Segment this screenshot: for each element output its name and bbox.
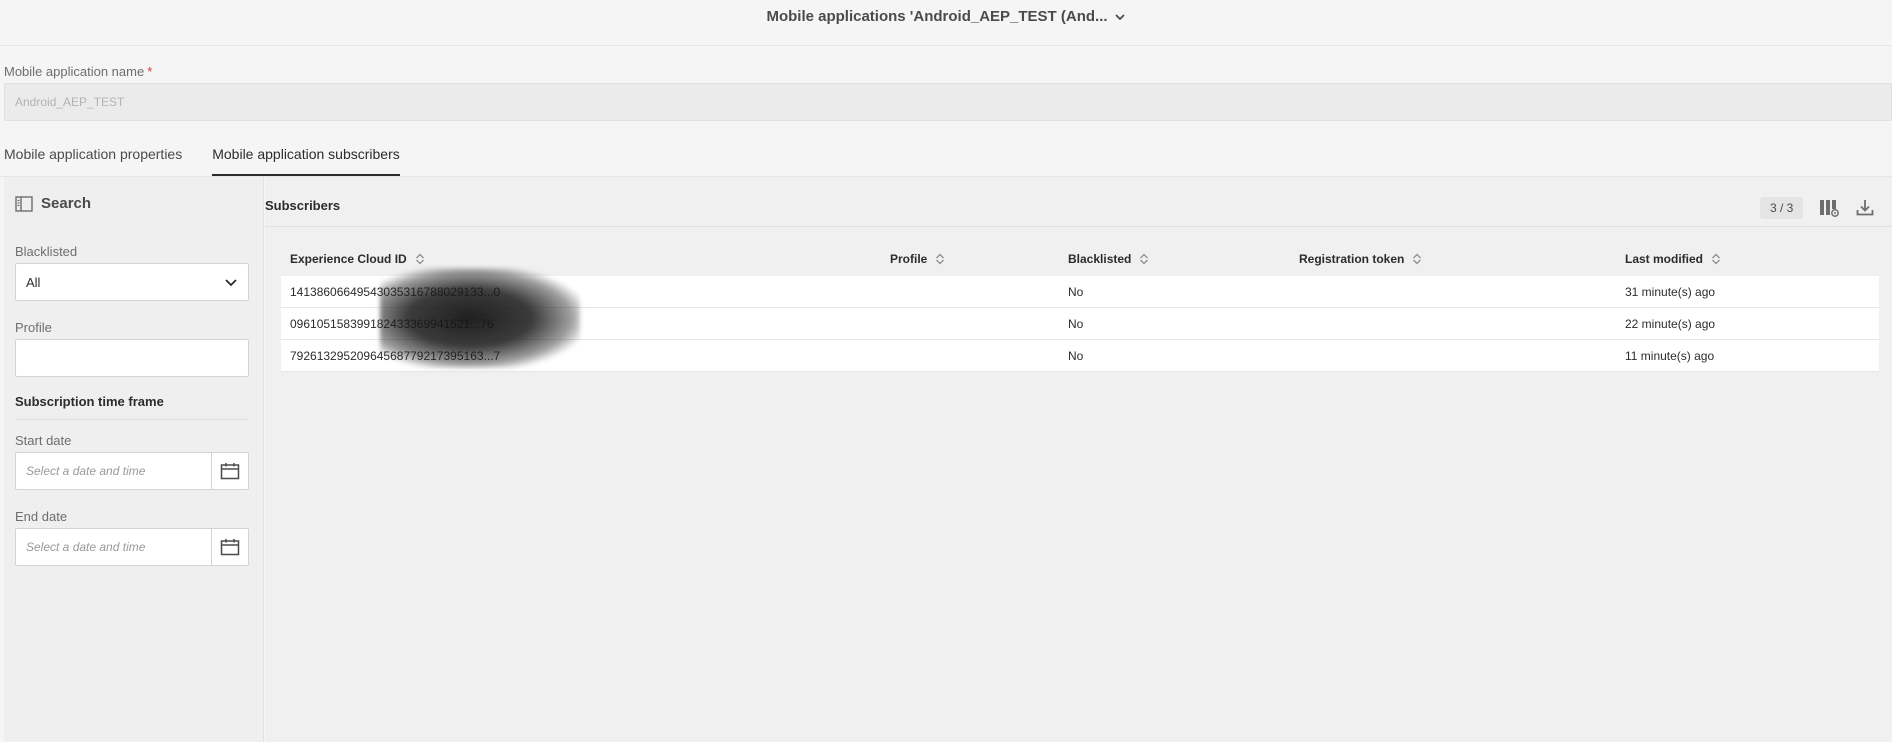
blacklisted-label: Blacklisted bbox=[15, 244, 78, 259]
profile-input[interactable] bbox=[15, 339, 249, 377]
end-date-label: End date bbox=[15, 509, 68, 524]
required-mark: * bbox=[147, 64, 153, 79]
search-panel-header[interactable]: Search bbox=[15, 195, 91, 212]
last-modified-cell: 11 minute(s) ago bbox=[1625, 349, 1715, 363]
record-count-badge: 3 / 3 bbox=[1760, 197, 1804, 219]
search-title: Search bbox=[41, 195, 92, 212]
table-row[interactable]: 79261329520964568779217395163...7 No 11 … bbox=[281, 340, 1879, 372]
download-button[interactable] bbox=[1854, 197, 1876, 219]
column-header-ecid[interactable]: Experience Cloud ID bbox=[290, 252, 425, 266]
sort-icon bbox=[1712, 253, 1720, 265]
column-settings-button[interactable] bbox=[1818, 197, 1840, 219]
subscribers-table: Experience Cloud ID Profile Blacklisted … bbox=[281, 243, 1879, 372]
chevron-down-icon bbox=[1114, 13, 1125, 20]
ecid-cell: 79261329520964568779217395163...7 bbox=[290, 349, 501, 363]
end-date-calendar-button[interactable] bbox=[211, 528, 249, 566]
blacklisted-select[interactable]: All bbox=[15, 263, 249, 301]
table-row[interactable]: 14138606649543035316788029133...0 No 31 … bbox=[281, 276, 1879, 308]
name-label-text: Mobile application name bbox=[4, 64, 145, 79]
column-ecid-label: Experience Cloud ID bbox=[290, 252, 407, 266]
download-icon bbox=[1856, 200, 1874, 216]
last-modified-cell: 31 minute(s) ago bbox=[1625, 285, 1716, 299]
column-header-last-modified[interactable]: Last modified bbox=[1625, 252, 1721, 266]
search-panel: Search Blacklisted All Profile Subscript… bbox=[0, 177, 264, 742]
column-last-modified-label: Last modified bbox=[1625, 252, 1704, 266]
blacklisted-cell: No bbox=[1068, 317, 1084, 331]
subscribers-panel: Subscribers 3 / 3 Experience Cloud ID Pr… bbox=[265, 177, 1892, 742]
table-row[interactable]: 096105158399182433369941521...76 No 22 m… bbox=[281, 308, 1879, 340]
column-settings-icon bbox=[1820, 200, 1839, 217]
tab-properties[interactable]: Mobile application properties bbox=[4, 146, 182, 176]
chevron-down-icon bbox=[225, 279, 237, 287]
last-modified-cell: 22 minute(s) ago bbox=[1625, 317, 1716, 331]
subscribers-header: Subscribers 3 / 3 bbox=[265, 177, 1892, 227]
table-header: Experience Cloud ID Profile Blacklisted … bbox=[281, 243, 1879, 276]
end-date-input[interactable]: Select a date and time bbox=[15, 528, 211, 566]
column-header-token[interactable]: Registration token bbox=[1299, 252, 1422, 266]
column-token-label: Registration token bbox=[1299, 252, 1405, 266]
start-date-input[interactable]: Select a date and time bbox=[15, 452, 211, 490]
end-date-picker: Select a date and time bbox=[15, 528, 249, 566]
column-profile-label: Profile bbox=[890, 252, 928, 266]
ecid-cell: 14138606649543035316788029133...0 bbox=[290, 285, 501, 299]
blacklisted-value: All bbox=[26, 274, 41, 290]
calendar-icon bbox=[220, 463, 240, 480]
calendar-icon bbox=[220, 539, 240, 556]
subscribers-title: Subscribers bbox=[265, 198, 341, 213]
mobile-app-name-label: Mobile application name * bbox=[4, 64, 152, 79]
ecid-cell: 096105158399182433369941521...76 bbox=[290, 317, 494, 331]
mobile-app-name-input[interactable]: Android_AEP_TEST bbox=[4, 83, 1892, 121]
sort-icon bbox=[1413, 253, 1422, 265]
tab-bar: Mobile application properties Mobile app… bbox=[4, 146, 430, 176]
sort-icon bbox=[936, 253, 945, 265]
profile-label: Profile bbox=[15, 320, 52, 335]
blacklisted-cell: No bbox=[1068, 285, 1084, 299]
column-header-profile[interactable]: Profile bbox=[890, 252, 945, 266]
start-date-label: Start date bbox=[15, 433, 72, 448]
blacklisted-cell: No bbox=[1068, 349, 1084, 363]
page-title-dropdown[interactable]: Mobile applications 'Android_AEP_TEST (A… bbox=[766, 8, 1125, 25]
start-date-calendar-button[interactable] bbox=[211, 452, 249, 490]
tab-subscribers[interactable]: Mobile application subscribers bbox=[212, 146, 400, 176]
column-blacklisted-label: Blacklisted bbox=[1068, 252, 1132, 266]
sort-icon bbox=[415, 253, 424, 265]
sidebar-panel-icon bbox=[15, 195, 33, 212]
start-date-picker: Select a date and time bbox=[15, 452, 249, 490]
top-bar: Mobile applications 'Android_AEP_TEST (A… bbox=[0, 0, 1892, 46]
time-frame-title: Subscription time frame bbox=[15, 394, 249, 420]
page-title: Mobile applications 'Android_AEP_TEST (A… bbox=[766, 8, 1108, 25]
column-header-blacklisted[interactable]: Blacklisted bbox=[1068, 252, 1149, 266]
sort-icon bbox=[1140, 253, 1149, 265]
